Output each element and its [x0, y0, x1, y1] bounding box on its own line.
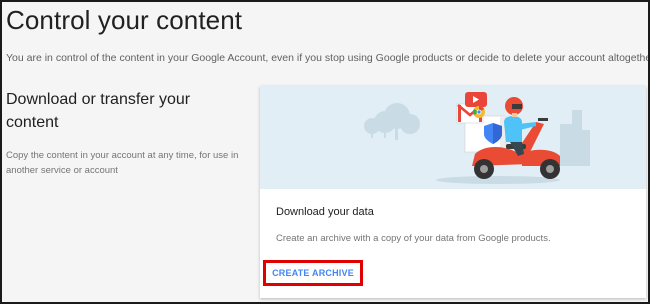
youtube-icon — [465, 92, 487, 107]
create-archive-button[interactable]: CREATE ARCHIVE — [263, 260, 363, 286]
section-title: Download or transfer your content — [6, 91, 191, 131]
page-intro: You are in control of the content in you… — [6, 52, 650, 64]
page-title: Control your content — [6, 5, 243, 35]
trees-icon — [364, 103, 420, 140]
download-data-card: Download your data Create an archive wit… — [260, 86, 646, 298]
card-illustration — [260, 86, 646, 189]
page-container: Control your content You are in control … — [0, 0, 650, 304]
chrome-icon — [473, 106, 485, 118]
card-description: Create an archive with a copy of your da… — [276, 233, 551, 244]
card-title: Download your data — [276, 206, 374, 218]
section-description: Copy the content in your account at any … — [6, 150, 239, 176]
buildings-icon — [560, 110, 590, 166]
